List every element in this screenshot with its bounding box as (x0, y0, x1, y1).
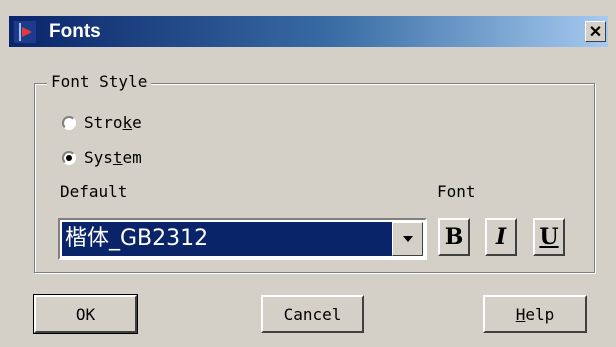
font-style-group-label: Font Style (47, 70, 152, 94)
italic-icon: I (495, 224, 507, 250)
stroke-radio-option[interactable]: Stroke (62, 111, 142, 135)
italic-button[interactable]: I (485, 218, 517, 256)
app-logo-icon (14, 21, 36, 43)
system-radio-label: System (84, 148, 142, 167)
font-label: Font (437, 182, 476, 201)
help-button[interactable]: Help (483, 295, 587, 333)
bold-icon: B (444, 224, 464, 250)
default-font-combobox[interactable]: 楷体_GB2312 (58, 218, 427, 260)
combo-dropdown-button[interactable] (392, 222, 423, 256)
fonts-dialog: Fonts ✕ Font Style Stroke System Default… (0, 0, 616, 347)
underline-icon: U (539, 224, 559, 250)
ok-button[interactable]: OK (33, 294, 138, 334)
bold-button[interactable]: B (438, 218, 470, 256)
default-font-value: 楷体_GB2312 (62, 222, 392, 256)
stroke-radio-label: Stroke (84, 113, 142, 132)
cancel-button-label: Cancel (283, 304, 342, 324)
chevron-down-icon (402, 236, 413, 242)
close-icon: ✕ (588, 23, 603, 41)
underline-button[interactable]: U (533, 218, 565, 256)
stroke-radio[interactable] (62, 116, 76, 130)
system-radio[interactable] (62, 151, 76, 165)
ok-button-label: OK (75, 304, 96, 324)
close-button[interactable]: ✕ (585, 21, 606, 42)
dialog-title: Fonts (49, 21, 101, 42)
default-label: Default (60, 182, 128, 201)
title-bar[interactable]: Fonts ✕ (9, 16, 608, 47)
cancel-button[interactable]: Cancel (261, 295, 364, 333)
help-button-label: Help (515, 304, 555, 324)
system-radio-option[interactable]: System (62, 146, 142, 170)
